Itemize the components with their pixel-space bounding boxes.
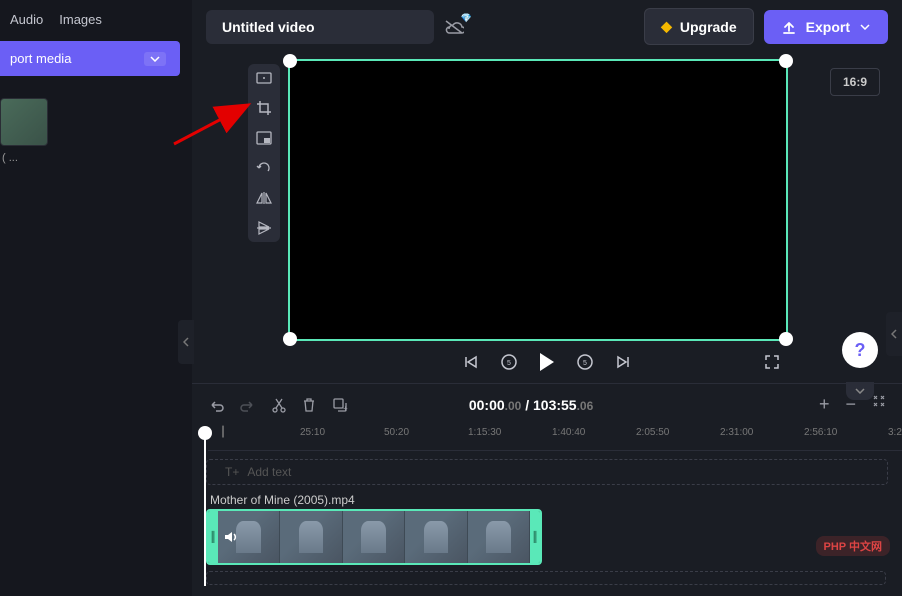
- ruler-playhead-mark: ┃: [220, 427, 226, 438]
- skip-start-icon[interactable]: [464, 355, 478, 369]
- redo-icon[interactable]: [240, 398, 256, 412]
- duplicate-icon[interactable]: +: [332, 397, 348, 413]
- cloud-off-icon[interactable]: 💎: [444, 19, 464, 35]
- timeline-toolbar: + 00:00.00 / 103:55.06 + −: [192, 383, 902, 425]
- media-thumbnail[interactable]: [0, 98, 48, 146]
- svg-text:5: 5: [583, 360, 587, 367]
- preview-tools: [248, 64, 280, 242]
- media-label: ( ...: [2, 152, 192, 164]
- ruler-tick: 25:10: [300, 427, 325, 438]
- add-text-track[interactable]: T+ Add text: [206, 459, 888, 485]
- playback-controls: 5 5: [192, 341, 902, 383]
- play-button[interactable]: [540, 353, 554, 371]
- help-button[interactable]: ?: [842, 332, 878, 368]
- text-icon: T+: [225, 465, 239, 479]
- resize-handle-tl[interactable]: [283, 54, 297, 68]
- export-button[interactable]: Export: [764, 10, 888, 44]
- video-title-input[interactable]: [206, 10, 434, 44]
- clip-thumbnails: [218, 511, 530, 563]
- aspect-ratio-button[interactable]: 16:9: [830, 68, 880, 96]
- upload-icon: [782, 20, 796, 34]
- pip-tool-icon[interactable]: [254, 130, 274, 146]
- ruler-tick: 1:15:30: [468, 427, 501, 438]
- ruler-tick: 2:31:00: [720, 427, 753, 438]
- skip-end-icon[interactable]: [616, 355, 630, 369]
- fullscreen-icon[interactable]: [764, 354, 780, 370]
- resize-handle-tr[interactable]: [779, 54, 793, 68]
- forward-5s-icon[interactable]: 5: [576, 353, 594, 371]
- import-media-button[interactable]: port media: [0, 41, 180, 76]
- fit-tool-icon[interactable]: [254, 70, 274, 86]
- rewind-5s-icon[interactable]: 5: [500, 353, 518, 371]
- watermark: PHP 中文网: [816, 536, 890, 556]
- playhead[interactable]: [204, 428, 206, 586]
- tab-images[interactable]: Images: [59, 12, 102, 27]
- video-preview[interactable]: [288, 59, 788, 341]
- time-display: 00:00.00 / 103:55.06: [469, 397, 593, 413]
- zoom-in-icon[interactable]: +: [819, 394, 830, 415]
- right-panel-toggle[interactable]: [886, 312, 902, 356]
- flip-h-tool-icon[interactable]: [254, 190, 274, 206]
- crop-tool-icon[interactable]: [254, 100, 274, 116]
- clip-label: Mother of Mine (2005).mp4: [206, 491, 888, 509]
- timeline-ruler[interactable]: ┃ 25:10 50:20 1:15:30 1:40:40 2:05:50 2:…: [208, 425, 902, 451]
- undo-icon[interactable]: [208, 398, 224, 412]
- svg-text:+: +: [343, 404, 348, 413]
- fit-icon[interactable]: [872, 394, 886, 415]
- track-area: T+ Add text Mother of Mine (2005).mp4 ║ …: [192, 451, 902, 585]
- diamond-badge-icon: 💎: [461, 13, 472, 24]
- ruler-tick: 50:20: [384, 427, 409, 438]
- ruler-tick: 2:05:50: [636, 427, 669, 438]
- split-icon[interactable]: [272, 397, 286, 413]
- sidebar: Audio Images port media ( ...: [0, 0, 192, 596]
- video-clip[interactable]: ║ ║: [206, 509, 542, 565]
- ruler-tick: 2:56:10: [804, 427, 837, 438]
- chevron-down-icon[interactable]: [144, 52, 166, 66]
- audio-icon[interactable]: [222, 528, 240, 546]
- ruler-tick: 1:40:40: [552, 427, 585, 438]
- clip-trim-left[interactable]: ║: [208, 511, 218, 563]
- upgrade-button[interactable]: ◆ Upgrade: [644, 8, 754, 45]
- delete-icon[interactable]: [302, 397, 316, 413]
- svg-text:5: 5: [507, 360, 511, 367]
- clip-trim-right[interactable]: ║: [530, 511, 540, 563]
- empty-track[interactable]: [206, 571, 886, 585]
- expand-panel-toggle[interactable]: [846, 382, 874, 400]
- rotate-tool-icon[interactable]: [254, 160, 274, 176]
- ruler-tick: 3:2: [888, 427, 902, 438]
- chevron-down-icon: [860, 24, 870, 30]
- tab-audio[interactable]: Audio: [10, 12, 43, 27]
- flip-v-tool-icon[interactable]: [254, 220, 274, 236]
- topbar: 💎 ◆ Upgrade Export: [192, 0, 902, 53]
- diamond-icon: ◆: [661, 18, 672, 35]
